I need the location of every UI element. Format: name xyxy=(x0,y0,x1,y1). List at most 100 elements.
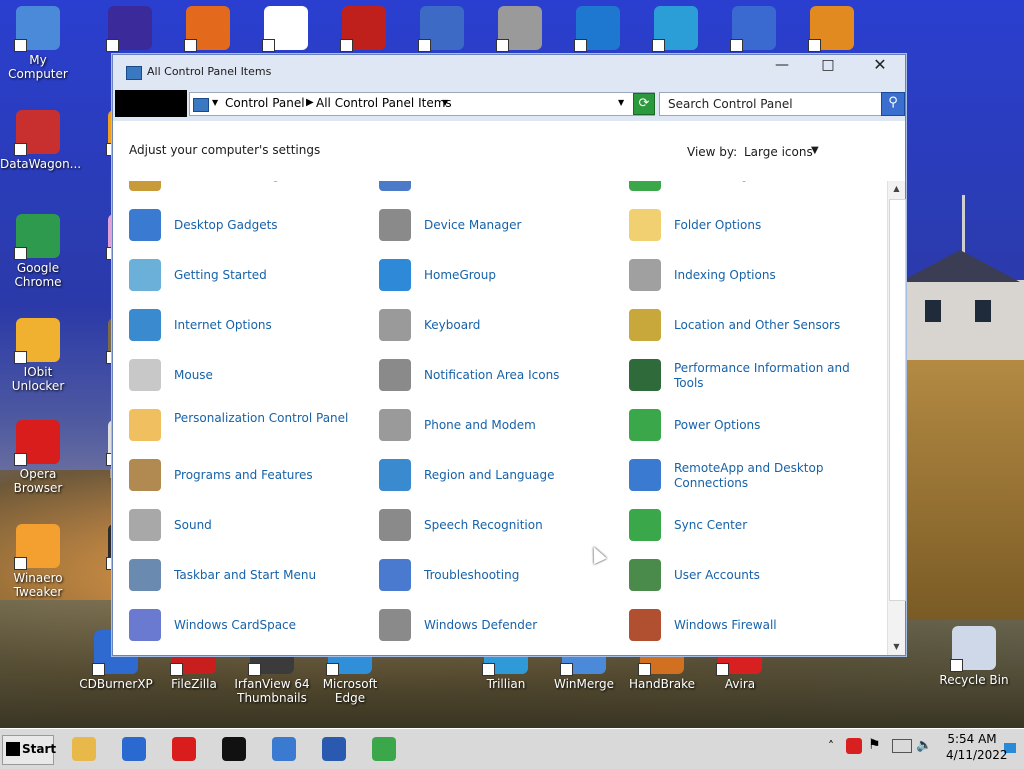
control-panel-item[interactable]: Speech Recognition xyxy=(363,503,613,547)
scroll-up-arrow[interactable]: ▲ xyxy=(888,181,905,197)
item-label[interactable]: Sound xyxy=(174,518,354,533)
control-panel-taskbar-button[interactable] xyxy=(266,733,302,765)
control-panel-item[interactable]: Mouse xyxy=(113,353,363,397)
control-panel-item[interactable]: Windows Firewall xyxy=(613,603,863,647)
desktop-icon[interactable] xyxy=(560,6,636,53)
control-panel-item[interactable]: Keyboard xyxy=(363,303,613,347)
window-manager-taskbar-button[interactable] xyxy=(116,733,152,765)
show-hidden-icons-icon[interactable]: ˄ xyxy=(828,739,834,753)
control-panel-item[interactable]: Internet Options xyxy=(113,303,363,347)
flag-icon[interactable]: ⚑ xyxy=(868,737,881,753)
control-panel-item[interactable]: Location and Other Sensors xyxy=(613,303,863,347)
control-panel-item[interactable]: Power Options xyxy=(613,403,863,447)
item-label[interactable]: User Accounts xyxy=(674,568,854,583)
control-panel-item[interactable]: HomeGroup xyxy=(363,253,613,297)
breadcrumb-control-panel[interactable]: Control Panel xyxy=(225,96,305,110)
control-panel-item[interactable]: Notification Area Icons xyxy=(363,353,613,397)
chevron-down-icon[interactable]: ▼ xyxy=(442,98,448,107)
file-explorer-taskbar-button[interactable] xyxy=(66,733,102,765)
control-panel-item[interactable]: Credential Manager xyxy=(113,181,363,197)
control-panel-item[interactable]: Windows CardSpace xyxy=(113,603,363,647)
control-panel-item[interactable]: Taskbar and Start Menu xyxy=(113,553,363,597)
item-label[interactable]: Indexing Options xyxy=(674,268,854,283)
item-label[interactable]: Speech Recognition xyxy=(424,518,604,533)
control-panel-item[interactable]: Region and Language xyxy=(363,453,613,497)
maximize-button[interactable]: □ xyxy=(805,55,851,77)
item-label[interactable]: Default Programs xyxy=(674,181,854,183)
control-panel-item[interactable]: Personalization Control Panel xyxy=(113,403,363,447)
item-label[interactable]: Sync Center xyxy=(674,518,854,533)
breadcrumb-all-items[interactable]: All Control Panel Items xyxy=(316,96,452,110)
item-label[interactable]: Getting Started xyxy=(174,268,354,283)
breadcrumb[interactable]: ▼ Control Panel ▶ All Control Panel Item… xyxy=(189,92,655,116)
control-panel-item[interactable]: Date and Time xyxy=(363,181,613,197)
desktop-icon[interactable] xyxy=(638,6,714,53)
control-panel-item[interactable]: Sync Center xyxy=(613,503,863,547)
item-label[interactable]: Keyboard xyxy=(424,318,604,333)
desktop-icon[interactable]: Opera Browser xyxy=(0,420,76,495)
opera-taskbar-button[interactable] xyxy=(166,733,202,765)
item-label[interactable]: Folder Options xyxy=(674,218,854,233)
item-label[interactable]: Notification Area Icons xyxy=(424,368,604,383)
control-panel-item[interactable]: User Accounts xyxy=(613,553,863,597)
desktop-icon[interactable]: IObit Unlocker xyxy=(0,318,76,393)
desktop-icon[interactable] xyxy=(248,6,324,53)
control-panel-item[interactable]: Device Manager xyxy=(363,203,613,247)
view-by-dropdown[interactable]: Large icons xyxy=(744,145,813,159)
avira-tray-icon[interactable] xyxy=(846,738,862,754)
item-label[interactable]: Credential Manager xyxy=(174,181,354,183)
item-label[interactable]: Mouse xyxy=(174,368,354,383)
control-panel-item[interactable]: Getting Started xyxy=(113,253,363,297)
item-label[interactable]: HomeGroup xyxy=(424,268,604,283)
item-label[interactable]: Performance Information and Tools xyxy=(674,361,854,391)
desktop-icon[interactable] xyxy=(170,6,246,53)
item-label[interactable]: Phone and Modem xyxy=(424,418,604,433)
item-label[interactable]: Windows Defender xyxy=(424,618,604,633)
item-label[interactable]: Region and Language xyxy=(424,468,604,483)
chevron-right-icon[interactable]: ▶ xyxy=(306,97,314,108)
start-button[interactable]: Start xyxy=(2,735,56,765)
scroll-thumb[interactable] xyxy=(889,199,906,601)
toolbox-taskbar-button[interactable] xyxy=(316,733,352,765)
control-panel-item[interactable]: Troubleshooting xyxy=(363,553,613,597)
item-label[interactable]: Device Manager xyxy=(424,218,604,233)
control-panel-item[interactable]: Performance Information and Tools xyxy=(613,353,863,397)
item-label[interactable]: Taskbar and Start Menu xyxy=(174,568,354,583)
control-panel-item[interactable]: Windows Defender xyxy=(363,603,613,647)
desktop-icon[interactable] xyxy=(716,6,792,53)
control-panel-item[interactable]: Desktop Gadgets xyxy=(113,203,363,247)
desktop-icon[interactable] xyxy=(326,6,402,53)
title-bar[interactable]: All Control Panel Items — □ ✕ xyxy=(113,55,905,87)
item-label[interactable]: Location and Other Sensors xyxy=(674,318,854,333)
7zip-taskbar-button[interactable] xyxy=(216,733,252,765)
search-icon[interactable]: ⚲ xyxy=(881,92,905,116)
item-label[interactable]: Windows CardSpace xyxy=(174,618,354,633)
vertical-scrollbar[interactable]: ▲ ▼ xyxy=(887,181,906,655)
item-label[interactable]: Date and Time xyxy=(424,181,604,183)
desktop-icon[interactable] xyxy=(482,6,558,53)
control-panel-item[interactable]: Phone and Modem xyxy=(363,403,613,447)
control-panel-item[interactable]: Indexing Options xyxy=(613,253,863,297)
chevron-down-icon[interactable]: ▼ xyxy=(212,98,218,107)
search-input[interactable]: Search Control Panel xyxy=(659,92,883,116)
item-label[interactable]: Troubleshooting xyxy=(424,568,604,583)
item-label[interactable]: Power Options xyxy=(674,418,854,433)
network-icon[interactable] xyxy=(892,739,912,753)
desktop-icon[interactable]: Winaero Tweaker xyxy=(0,524,76,599)
control-panel-item[interactable]: Default Programs xyxy=(613,181,863,197)
item-label[interactable]: RemoteApp and Desktop Connections xyxy=(674,461,854,491)
address-dropdown-icon[interactable]: ▼ xyxy=(618,98,624,107)
scroll-down-arrow[interactable]: ▼ xyxy=(888,639,905,655)
item-label[interactable]: Desktop Gadgets xyxy=(174,218,354,233)
item-label[interactable]: Programs and Features xyxy=(174,468,354,483)
control-panel-item[interactable]: RemoteApp and Desktop Connections xyxy=(613,453,863,497)
desktop-icon[interactable]: Recycle Bin xyxy=(936,626,1012,687)
control-panel-item[interactable]: Programs and Features xyxy=(113,453,363,497)
minimize-button[interactable]: — xyxy=(759,55,805,77)
control-panel-item[interactable]: Sound xyxy=(113,503,363,547)
desktop-icon[interactable]: DataWagon... xyxy=(0,110,81,171)
volume-icon[interactable]: 🔈 xyxy=(916,738,932,753)
item-label[interactable]: Personalization Control Panel xyxy=(174,411,354,426)
item-label[interactable]: Windows Firewall xyxy=(674,618,854,633)
desktop-icon[interactable]: My Computer xyxy=(0,6,76,81)
